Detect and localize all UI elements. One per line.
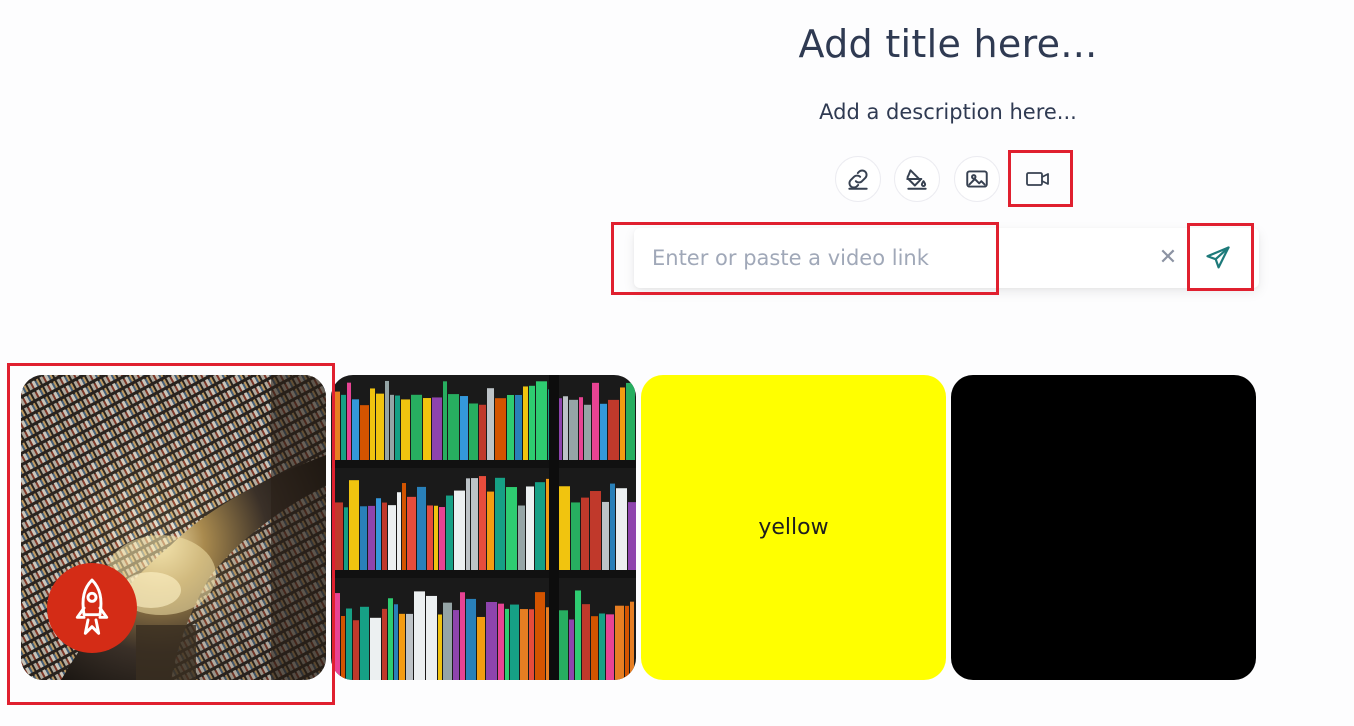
video-link-bar: ✕ [634, 228, 1259, 288]
link-icon [848, 169, 868, 190]
page-description[interactable]: Add a description here... [700, 100, 1196, 124]
rocket-badge [47, 563, 137, 653]
video-button[interactable] [1015, 156, 1061, 202]
page: Add title here... Add a description here… [0, 0, 1354, 726]
paint-bucket-icon [906, 169, 927, 190]
tile-black[interactable] [951, 375, 1256, 680]
send-icon [1206, 246, 1230, 269]
bookshelf-image [331, 375, 636, 680]
link-button[interactable] [835, 156, 881, 202]
image-icon [966, 170, 988, 188]
tile-bookstore-tunnel[interactable] [21, 375, 326, 680]
rocket-icon [75, 578, 109, 635]
fill-color-button[interactable] [894, 156, 940, 202]
clear-button[interactable]: ✕ [1156, 244, 1180, 272]
tile-label: yellow [758, 515, 829, 540]
page-title[interactable]: Add title here... [700, 22, 1196, 66]
image-button[interactable] [954, 156, 1000, 202]
video-link-input[interactable] [634, 228, 1154, 288]
tile-yellow[interactable]: yellow [641, 375, 946, 680]
video-camera-icon [1026, 172, 1049, 186]
tile-bookshelf[interactable] [331, 375, 636, 680]
submit-video-link-button[interactable] [1200, 240, 1236, 276]
